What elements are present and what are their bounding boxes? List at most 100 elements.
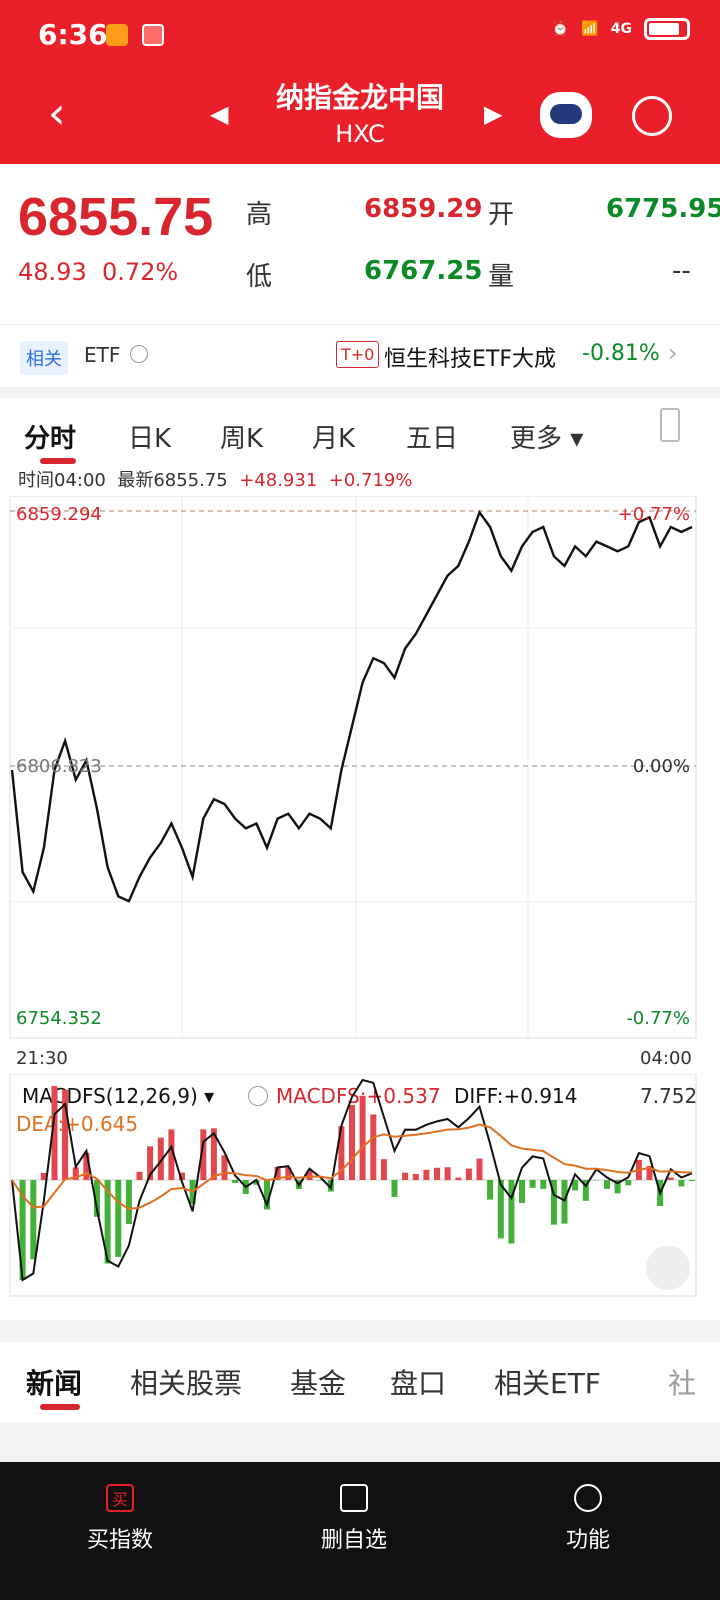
macd-bar [465,1168,472,1180]
related-tag: 相关 [20,341,68,375]
buy-index-button[interactable]: 买 买指数 [70,1484,170,1554]
help-icon[interactable] [130,345,148,363]
macd-bar [667,1177,674,1180]
tab-more[interactable]: 更多 ▾ [510,418,583,455]
macd-bar [519,1180,525,1203]
tab-funds[interactable]: 基金 [290,1362,346,1402]
network-label: 4G [610,21,632,37]
macd-bar [689,1180,695,1182]
y-mid-right: 0.00% [633,756,690,777]
app-notification-icon [106,24,128,46]
active-tab-indicator [40,458,76,464]
macd-bar [391,1180,398,1197]
macd-bar [115,1180,122,1257]
chart-area: 分时 日K 周K 月K 五日 更多 ▾ 时间04:00 最新6855.75 +4… [0,398,720,1320]
macd-bar [476,1158,483,1180]
macd-bar [678,1180,685,1187]
high-label: 高 [246,200,273,230]
macd-bar [349,1105,355,1180]
battery-icon [644,18,690,40]
tab-monthly-k[interactable]: 月K [312,418,355,455]
macd-bar [455,1177,462,1180]
macd-bar [625,1180,632,1186]
macd-bar [412,1173,419,1180]
low-label: 低 [246,262,273,292]
index-title: 纳指金龙中国 [275,81,444,114]
tab-daily-k[interactable]: 日K [128,418,171,455]
remove-watch-icon [340,1484,368,1512]
open-label: 开 [488,200,515,230]
remove-watch-label: 删自选 [320,1528,387,1553]
x-end-label: 04:00 [640,1048,692,1069]
x-start-label: 21:30 [16,1048,68,1069]
landscape-icon[interactable] [660,408,680,442]
y-top-right: +0.77% [618,504,690,525]
tab-weekly-k[interactable]: 周K [220,418,263,455]
buy-icon: 买 [106,1484,134,1512]
quote-panel: 6855.75 48.93 0.72% 高 6859.29 开 6775.95 … [0,164,720,324]
volume-label: 量 [488,262,515,292]
buy-label: 买指数 [86,1528,153,1553]
macd-bar [529,1180,536,1188]
remove-watch-button[interactable]: 删自选 [304,1484,404,1554]
fund-name: 恒生科技ETF大成 [384,347,556,372]
related-etf-bar[interactable]: 相关 ETF T+0 恒生科技ETF大成 -0.81% › [0,324,720,387]
y-bottom-right: -0.77% [626,1008,690,1029]
tab-orderbook[interactable]: 盘口 [390,1362,446,1402]
macd-bar [487,1180,494,1200]
y-bottom-left: 6754.352 [16,1008,102,1029]
bottom-action-bar: 买 买指数 删自选 功能 [0,1462,720,1600]
macd-bar [604,1180,610,1189]
y-mid-left: 6806.823 [16,756,102,777]
macd-bar [434,1167,440,1180]
price-chart: 6859.294 +0.77% 6806.823 0.00% 6754.352 … [9,496,697,1039]
macd-bar [30,1180,37,1260]
functions-label: 功能 [565,1528,610,1553]
etf-label: ETF [84,343,121,367]
macd-chart [9,1074,697,1297]
macd-bar [136,1171,143,1180]
macd-bar [593,1180,600,1181]
macd-bar [232,1180,239,1183]
macd-bar [444,1167,451,1180]
expand-icon[interactable] [646,1246,690,1290]
volume-value: -- [672,256,691,286]
chart-frame [9,496,697,1039]
tab-related-stocks[interactable]: 相关股票 [130,1362,242,1402]
high-value: 6859.29 [364,194,483,224]
t0-tag: T+0 [336,341,380,368]
open-value: 6775.95 [606,194,720,224]
macd-bar [402,1172,409,1180]
macd-bar [370,1114,377,1180]
info-line: 时间04:00 最新6855.75 +48.931 +0.719% [18,470,413,491]
tab-news[interactable]: 新闻 [26,1362,82,1402]
fund-change: -0.81% [582,341,660,366]
tab-related-etf[interactable]: 相关ETF [494,1362,601,1402]
macd-bars [19,1086,695,1280]
app-notification-icon-2 [142,24,164,46]
tab-community[interactable]: 社 [668,1362,696,1402]
menu-icon [574,1484,602,1512]
news-tab-indicator [40,1404,80,1410]
wifi-icon: 📶 [581,21,599,37]
macd-bar [380,1159,387,1180]
index-code: HXC [335,120,385,148]
price-change: 48.93 0.72% [18,258,179,286]
top-header: 6:36 ⏰ 📶 4G ‹ ◀ ▶ 纳指金龙中国 HXC [0,0,720,164]
y-top-left: 6859.294 [16,504,102,525]
content-tabs: 新闻 相关股票 基金 盘口 相关ETF 社 [0,1342,720,1422]
alarm-icon: ⏰ [551,21,570,37]
macd-bar [359,1095,366,1180]
search-icon[interactable] [632,96,672,136]
tab-five-day[interactable]: 五日 [406,418,458,455]
chevron-right-icon: › [668,339,678,367]
current-price: 6855.75 [18,187,214,247]
robot-assistant-icon[interactable] [540,92,592,138]
tab-timeshare[interactable]: 分时 [24,418,76,455]
low-value: 6767.25 [364,256,483,286]
macd-bar [125,1180,132,1224]
functions-button[interactable]: 功能 [538,1484,638,1554]
macd-bar [423,1169,430,1180]
status-icons: ⏰ 📶 4G [552,18,690,40]
price-line [10,509,693,903]
